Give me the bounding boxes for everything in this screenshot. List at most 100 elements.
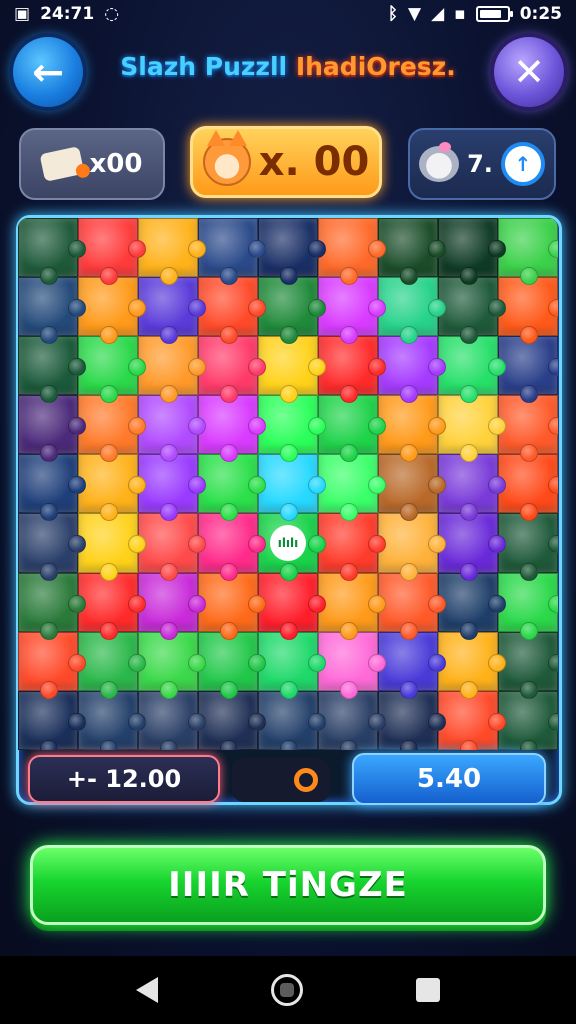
timer-value: 7. <box>467 150 493 178</box>
sim-icon: ▪ <box>454 4 466 24</box>
puzzle-piece[interactable] <box>198 218 266 286</box>
puzzle-piece[interactable] <box>18 631 86 699</box>
puzzle-piece[interactable] <box>438 336 506 404</box>
puzzle-piece[interactable] <box>258 395 326 463</box>
puzzle-piece[interactable] <box>438 395 506 463</box>
wifi-icon: ▼ <box>408 4 422 24</box>
puzzle-piece[interactable] <box>18 454 86 522</box>
puzzle-piece[interactable] <box>258 454 326 522</box>
puzzle-piece[interactable] <box>498 218 558 286</box>
puzzle-piece[interactable] <box>378 336 446 404</box>
ticket-icon <box>39 146 84 182</box>
puzzle-piece[interactable] <box>198 690 266 750</box>
nav-recent-icon[interactable] <box>415 978 440 1002</box>
puzzle-piece[interactable] <box>198 454 266 522</box>
puzzle-piece[interactable] <box>498 513 558 581</box>
status-left-text: 24:71 <box>40 4 95 24</box>
puzzle-piece[interactable] <box>378 395 446 463</box>
puzzle-piece[interactable] <box>318 277 386 345</box>
puzzle-piece[interactable] <box>138 631 206 699</box>
puzzle-piece[interactable] <box>498 454 558 522</box>
puzzle-piece[interactable] <box>438 631 506 699</box>
close-button[interactable]: ✕ <box>494 37 564 107</box>
hint-icon[interactable]: ılılı <box>270 525 306 562</box>
puzzle-piece[interactable] <box>78 513 146 581</box>
score-value: +- 12.00 <box>66 765 182 793</box>
puzzle-piece[interactable] <box>18 572 86 640</box>
puzzle-piece[interactable] <box>498 336 558 404</box>
puzzle-piece[interactable] <box>78 690 146 750</box>
puzzle-piece[interactable] <box>318 218 386 286</box>
puzzle-piece[interactable] <box>138 572 206 640</box>
puzzle-piece[interactable] <box>18 336 86 404</box>
puzzle-piece[interactable] <box>198 572 266 640</box>
puzzle-piece[interactable] <box>378 277 446 345</box>
puzzle-piece[interactable] <box>318 513 386 581</box>
puzzle-piece[interactable] <box>438 218 506 286</box>
puzzle-piece[interactable] <box>498 690 558 750</box>
puzzle-piece[interactable] <box>78 631 146 699</box>
puzzle-piece[interactable] <box>258 572 326 640</box>
puzzle-piece[interactable] <box>78 277 146 345</box>
status-left: ▣ 24:71 ◌ <box>14 4 119 24</box>
puzzle-piece[interactable] <box>138 454 206 522</box>
puzzle-piece[interactable] <box>498 277 558 345</box>
puzzle-piece[interactable] <box>438 513 506 581</box>
status-bar: ▣ 24:71 ◌ ᛒ ▼ ◢ ▪ 0:25 <box>0 0 576 28</box>
puzzle-piece[interactable] <box>378 218 446 286</box>
puzzle-piece[interactable] <box>78 454 146 522</box>
puzzle-piece[interactable] <box>438 454 506 522</box>
puzzle-piece[interactable] <box>18 277 86 345</box>
puzzle-piece[interactable] <box>258 277 326 345</box>
puzzle-piece[interactable] <box>498 395 558 463</box>
puzzle-piece[interactable] <box>198 277 266 345</box>
puzzle-piece[interactable] <box>378 572 446 640</box>
puzzle-piece[interactable] <box>78 395 146 463</box>
tickets-counter: x00 <box>19 128 165 200</box>
puzzle-piece[interactable] <box>378 454 446 522</box>
puzzle-piece[interactable] <box>138 690 206 750</box>
puzzle-piece[interactable] <box>318 454 386 522</box>
time-bar[interactable]: 5.40 <box>352 753 546 805</box>
puzzle-piece[interactable] <box>498 631 558 699</box>
puzzle-piece[interactable] <box>378 513 446 581</box>
puzzle-piece[interactable] <box>138 277 206 345</box>
puzzle-piece[interactable] <box>378 690 446 750</box>
puzzle-piece[interactable] <box>318 336 386 404</box>
nav-back-icon[interactable] <box>136 977 159 1003</box>
puzzle-piece[interactable] <box>18 218 86 286</box>
puzzle-piece[interactable] <box>258 631 326 699</box>
puzzle-piece[interactable] <box>138 336 206 404</box>
puzzle-piece[interactable] <box>138 218 206 286</box>
puzzle-piece[interactable] <box>378 631 446 699</box>
puzzle-piece[interactable] <box>258 218 326 286</box>
nav-home-icon[interactable] <box>270 974 303 1006</box>
puzzle-piece[interactable] <box>198 395 266 463</box>
puzzle-piece[interactable] <box>18 395 86 463</box>
back-button[interactable]: ← <box>13 37 83 107</box>
puzzle-piece[interactable] <box>258 690 326 750</box>
puzzle-piece[interactable] <box>198 631 266 699</box>
puzzle-piece[interactable] <box>438 572 506 640</box>
puzzle-piece[interactable] <box>318 572 386 640</box>
puzzle-piece[interactable] <box>438 277 506 345</box>
puzzle-piece[interactable] <box>318 690 386 750</box>
puzzle-piece[interactable] <box>138 395 206 463</box>
puzzle-piece[interactable] <box>318 631 386 699</box>
puzzle-piece[interactable] <box>258 336 326 404</box>
puzzle-piece[interactable] <box>498 572 558 640</box>
puzzle-piece[interactable] <box>78 572 146 640</box>
puzzle-piece[interactable] <box>78 218 146 286</box>
puzzle-piece[interactable] <box>198 513 266 581</box>
puzzle-board[interactable]: ılılı <box>18 218 558 750</box>
puzzle-piece[interactable] <box>438 690 506 750</box>
puzzle-piece[interactable] <box>198 336 266 404</box>
puzzle-piece[interactable] <box>318 395 386 463</box>
puzzle-piece[interactable] <box>138 513 206 581</box>
puzzle-piece[interactable]: ılılı <box>258 513 326 581</box>
puzzle-piece[interactable] <box>78 336 146 404</box>
puzzle-piece[interactable] <box>18 513 86 581</box>
start-button[interactable]: IIIIR TiNGZE <box>30 845 546 925</box>
close-icon: ✕ <box>513 50 545 94</box>
puzzle-piece[interactable] <box>18 690 86 750</box>
